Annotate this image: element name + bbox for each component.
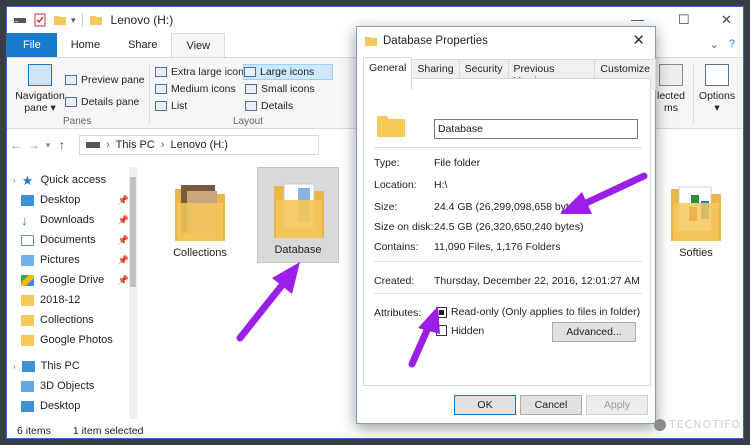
watermark-text: TECNOTIFO	[669, 418, 742, 431]
robot-logo-icon	[654, 419, 666, 431]
arrow-to-contains	[560, 172, 648, 214]
arrow-to-database	[236, 262, 300, 342]
screenshot-frame: ▾ Lenovo (H:) — ☐ ✕ File Home Share View…	[0, 0, 750, 445]
arrow-to-hidden	[408, 306, 440, 368]
tab-general[interactable]: General	[363, 57, 413, 90]
watermark: TECNOTIFO	[654, 418, 741, 431]
